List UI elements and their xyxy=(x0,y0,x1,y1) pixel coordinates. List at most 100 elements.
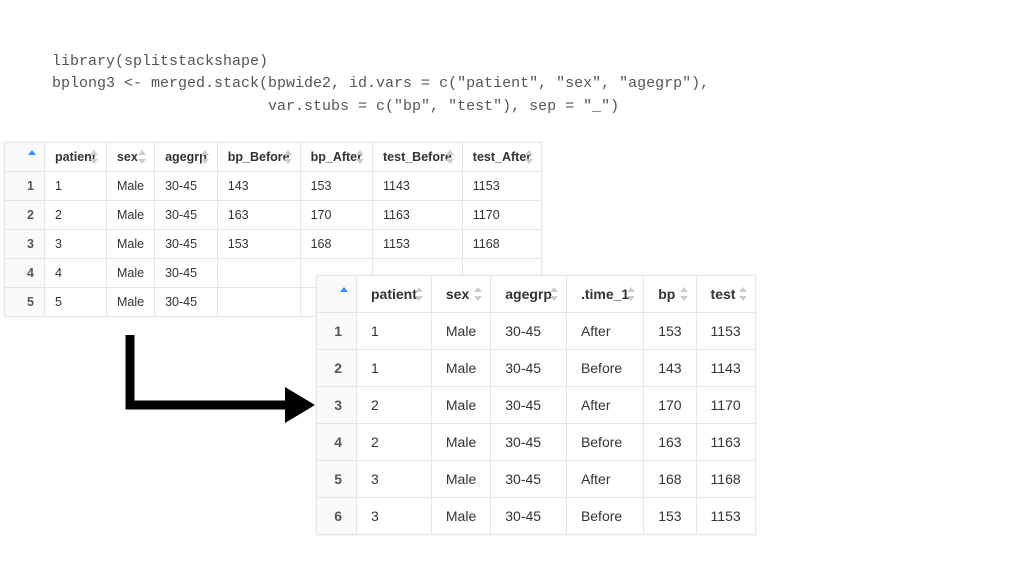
cell-test: 1168 xyxy=(696,461,755,498)
col-label: bp xyxy=(658,286,675,302)
col-label: test_After xyxy=(473,150,531,164)
cell-bp: 153 xyxy=(644,498,696,535)
cell-bp-after: 170 xyxy=(300,201,372,230)
col-label: sex xyxy=(446,286,469,302)
cell-bp-after: 153 xyxy=(300,172,372,201)
code-line: bplong3 <- merged.stack(bpwide2, id.vars… xyxy=(52,75,709,92)
cell-patient: 3 xyxy=(357,498,432,535)
cell-time1: Before xyxy=(566,350,643,387)
cell-agegrp: 30-45 xyxy=(491,498,567,535)
col-label: test_Before xyxy=(383,150,452,164)
cell-agegrp: 30-45 xyxy=(491,424,567,461)
cell-test-after: 1168 xyxy=(462,230,541,259)
table-row: 33Male30-4515316811531168 xyxy=(5,230,542,259)
col-label: bp_Before xyxy=(228,150,290,164)
col-header-bp-after[interactable]: bp_After xyxy=(300,143,372,172)
col-header-patient[interactable]: patient xyxy=(357,276,432,313)
cell-patient: 1 xyxy=(357,313,432,350)
table-row: 22Male30-4516317011631170 xyxy=(5,201,542,230)
cell-sex: Male xyxy=(106,201,154,230)
cell-sex: Male xyxy=(106,230,154,259)
cell-agegrp: 30-45 xyxy=(155,172,218,201)
col-label: sex xyxy=(117,150,138,164)
cell-bp-before: 143 xyxy=(217,172,300,201)
row-index: 6 xyxy=(317,498,357,535)
table-row: 11Male30-45After1531153 xyxy=(317,313,756,350)
row-index: 5 xyxy=(317,461,357,498)
cell-agegrp: 30-45 xyxy=(491,461,567,498)
cell-sex: Male xyxy=(431,461,490,498)
col-label: .time_1 xyxy=(581,286,629,302)
sort-icon xyxy=(201,150,211,164)
col-header-agegrp[interactable]: agegrp xyxy=(155,143,218,172)
row-index: 3 xyxy=(5,230,45,259)
code-line: var.stubs = c("bp", "test"), sep = "_") xyxy=(52,98,619,115)
cell-sex: Male xyxy=(106,288,154,317)
cell-patient: 5 xyxy=(45,288,107,317)
cell-test-before: 1153 xyxy=(373,230,463,259)
sort-asc-icon xyxy=(28,150,38,164)
cell-test-before: 1163 xyxy=(373,201,463,230)
cell-test: 1170 xyxy=(696,387,755,424)
table-row: 53Male30-45After1681168 xyxy=(317,461,756,498)
cell-test-after: 1170 xyxy=(462,201,541,230)
cell-patient: 1 xyxy=(357,350,432,387)
cell-agegrp: 30-45 xyxy=(155,230,218,259)
col-header-bp[interactable]: bp xyxy=(644,276,696,313)
sort-icon xyxy=(739,287,749,301)
col-header-agegrp[interactable]: agegrp xyxy=(491,276,567,313)
table-row: 21Male30-45Before1431143 xyxy=(317,350,756,387)
cell-agegrp: 30-45 xyxy=(491,313,567,350)
col-label: agegrp xyxy=(505,286,552,302)
cell-sex: Male xyxy=(431,313,490,350)
cell-test: 1153 xyxy=(696,313,755,350)
col-header-test-after[interactable]: test_After xyxy=(462,143,541,172)
col-label: test xyxy=(711,286,736,302)
row-index: 1 xyxy=(317,313,357,350)
cell-agegrp: 30-45 xyxy=(155,288,218,317)
cell-patient: 2 xyxy=(45,201,107,230)
output-table-long: patient sex agegrp .time_1 bp test 11Mal… xyxy=(316,275,756,535)
cell-patient: 2 xyxy=(357,387,432,424)
sort-asc-icon xyxy=(340,287,350,301)
col-header-time1[interactable]: .time_1 xyxy=(566,276,643,313)
col-header-sex[interactable]: sex xyxy=(431,276,490,313)
cell-patient: 4 xyxy=(45,259,107,288)
cell-bp-before xyxy=(217,259,300,288)
col-label: patient xyxy=(371,286,417,302)
cell-patient: 1 xyxy=(45,172,107,201)
cell-sex: Male xyxy=(106,172,154,201)
cell-patient: 3 xyxy=(357,461,432,498)
cell-bp-before: 163 xyxy=(217,201,300,230)
cell-agegrp: 30-45 xyxy=(491,350,567,387)
row-index: 2 xyxy=(317,350,357,387)
row-index: 4 xyxy=(317,424,357,461)
row-index: 2 xyxy=(5,201,45,230)
cell-patient: 2 xyxy=(357,424,432,461)
table-row: 63Male30-45Before1531153 xyxy=(317,498,756,535)
cell-time1: Before xyxy=(566,498,643,535)
row-index-header[interactable] xyxy=(5,143,45,172)
sort-icon xyxy=(446,150,456,164)
cell-sex: Male xyxy=(431,424,490,461)
col-header-sex[interactable]: sex xyxy=(106,143,154,172)
table-row: 32Male30-45After1701170 xyxy=(317,387,756,424)
cell-bp-before: 153 xyxy=(217,230,300,259)
cell-sex: Male xyxy=(106,259,154,288)
sort-icon xyxy=(356,150,366,164)
cell-agegrp: 30-45 xyxy=(491,387,567,424)
row-index: 1 xyxy=(5,172,45,201)
sort-icon xyxy=(680,287,690,301)
cell-bp: 153 xyxy=(644,313,696,350)
col-header-bp-before[interactable]: bp_Before xyxy=(217,143,300,172)
cell-time1: After xyxy=(566,313,643,350)
cell-bp-before xyxy=(217,288,300,317)
cell-test: 1163 xyxy=(696,424,755,461)
row-index-header[interactable] xyxy=(317,276,357,313)
col-header-patient[interactable]: patient xyxy=(45,143,107,172)
col-header-test[interactable]: test xyxy=(696,276,755,313)
cell-agegrp: 30-45 xyxy=(155,259,218,288)
sort-icon xyxy=(284,150,294,164)
col-header-test-before[interactable]: test_Before xyxy=(373,143,463,172)
cell-time1: After xyxy=(566,461,643,498)
